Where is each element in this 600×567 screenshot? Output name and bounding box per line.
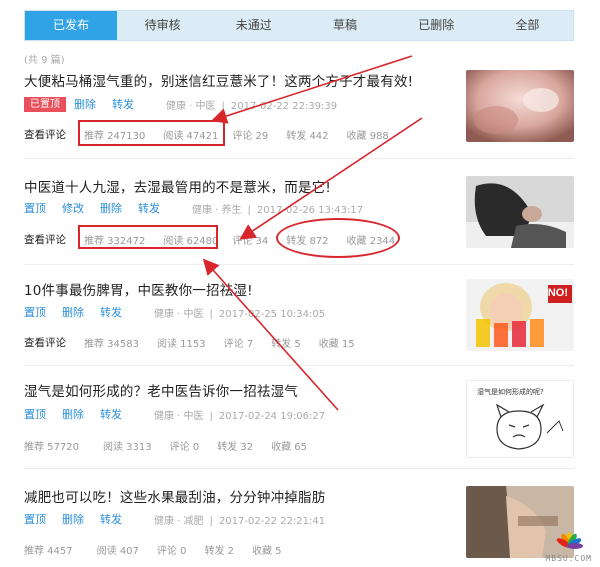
watermark-text: MBSU.COM bbox=[545, 554, 592, 563]
annotation-arrow-1 bbox=[210, 55, 413, 124]
watermark-logo: MBSU.COM bbox=[545, 524, 592, 563]
peacock-logo-icon bbox=[556, 532, 583, 549]
annotation-arrows bbox=[202, 55, 423, 411]
annotation-arrow-2 bbox=[239, 117, 423, 240]
annotation-arrow-3 bbox=[202, 258, 339, 411]
